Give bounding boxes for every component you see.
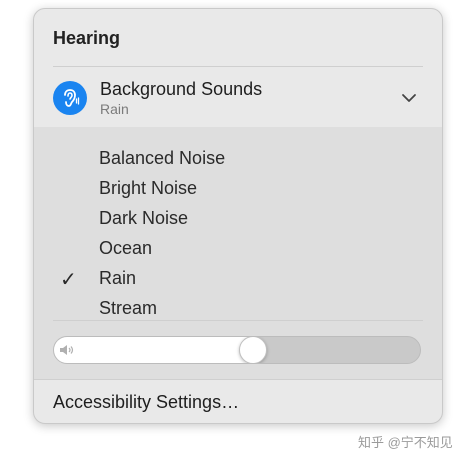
footer-divider: [34, 379, 442, 380]
option-stream[interactable]: Stream: [99, 298, 157, 319]
checkmark-icon: ✓: [60, 269, 77, 291]
option-dark-noise[interactable]: Dark Noise: [99, 208, 188, 229]
background-sounds-current: Rain: [100, 101, 129, 117]
volume-slider-knob[interactable]: [239, 337, 267, 363]
option-ocean[interactable]: Ocean: [99, 238, 152, 259]
option-bright-noise[interactable]: Bright Noise: [99, 178, 197, 199]
volume-slider[interactable]: [53, 336, 421, 364]
ear-icon: [53, 81, 87, 115]
chevron-down-icon[interactable]: [400, 89, 418, 107]
header-divider: [53, 66, 423, 67]
volume-fill: [54, 337, 253, 363]
option-rain[interactable]: Rain: [99, 268, 136, 289]
background-sounds-title: Background Sounds: [100, 79, 263, 99]
accessibility-settings-link[interactable]: Accessibility Settings…: [53, 392, 239, 413]
section-title: Hearing: [53, 28, 121, 48]
watermark: 知乎 @宁不知见: [358, 435, 453, 450]
hearing-panel: Hearing Background Sounds Rain Balanced …: [33, 8, 443, 424]
option-balanced-noise[interactable]: Balanced Noise: [99, 148, 225, 169]
speaker-icon: [60, 345, 74, 355]
slider-divider: [53, 320, 423, 321]
